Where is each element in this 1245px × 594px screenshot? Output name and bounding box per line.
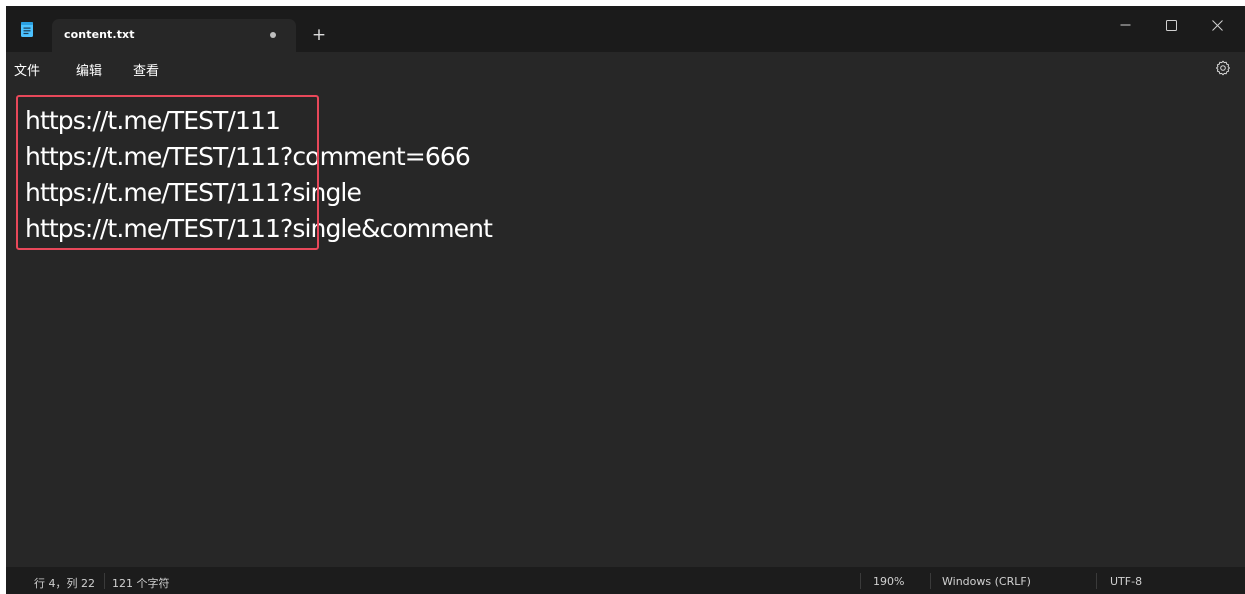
status-divider bbox=[930, 573, 931, 589]
status-divider bbox=[860, 573, 861, 589]
menu-bar: 文件 编辑 查看 bbox=[6, 52, 1245, 86]
character-count: 121 个字符 bbox=[112, 577, 170, 590]
status-divider bbox=[1096, 573, 1097, 589]
new-tab-button[interactable]: + bbox=[307, 23, 331, 47]
line-ending[interactable]: Windows (CRLF) bbox=[942, 575, 1031, 588]
encoding[interactable]: UTF-8 bbox=[1110, 575, 1142, 588]
status-bar: 行 4，列 22 121 个字符 190% Windows (CRLF) UTF… bbox=[6, 567, 1245, 594]
status-divider bbox=[104, 573, 105, 589]
highlight-annotation-box bbox=[16, 95, 319, 250]
menu-file[interactable]: 文件 bbox=[14, 60, 40, 79]
close-icon bbox=[1211, 20, 1223, 31]
settings-gear-icon[interactable] bbox=[1215, 60, 1231, 76]
tab-title: content.txt bbox=[64, 28, 135, 41]
cursor-position: 行 4，列 22 bbox=[34, 577, 95, 590]
tab-content-txt[interactable]: content.txt bbox=[52, 19, 296, 52]
maximize-button[interactable] bbox=[1148, 10, 1194, 40]
unsaved-indicator-icon[interactable] bbox=[270, 32, 276, 38]
minimize-button[interactable] bbox=[1102, 10, 1148, 40]
title-bar: content.txt + bbox=[6, 6, 1245, 52]
minimize-icon bbox=[1120, 24, 1130, 26]
notepad-app-icon bbox=[21, 22, 33, 37]
maximize-icon bbox=[1165, 20, 1177, 31]
menu-view[interactable]: 查看 bbox=[133, 60, 159, 79]
close-button[interactable] bbox=[1194, 10, 1240, 40]
notepad-window: content.txt + 文件 编辑 查看 https://t.me/TEST… bbox=[6, 6, 1245, 594]
menu-edit[interactable]: 编辑 bbox=[76, 60, 102, 79]
zoom-level[interactable]: 190% bbox=[873, 575, 904, 588]
